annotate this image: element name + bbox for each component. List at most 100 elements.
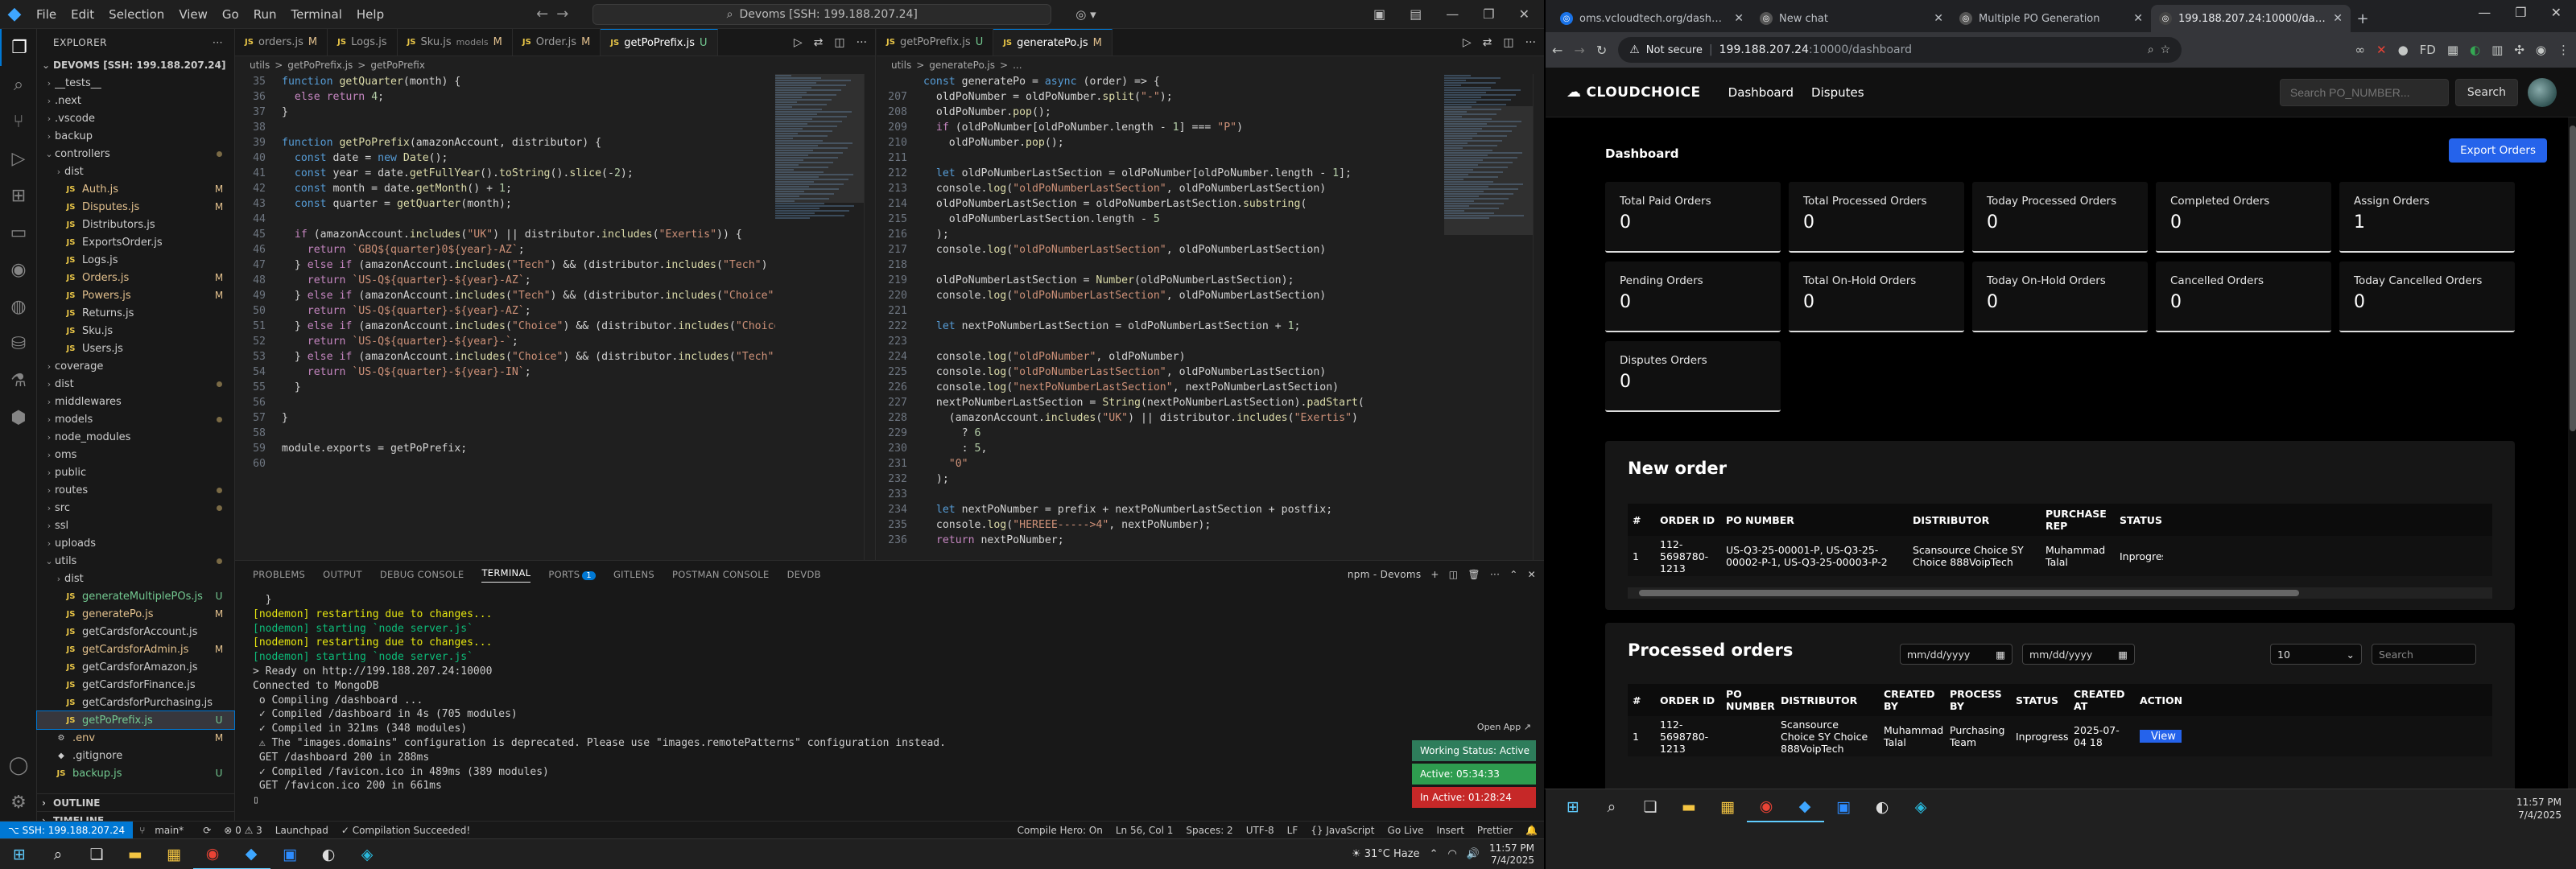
editor-tab[interactable]: JS orders.js M	[235, 29, 328, 56]
more-actions-icon[interactable]: ···	[857, 36, 867, 49]
folder-item[interactable]: › src	[37, 499, 234, 517]
compare-icon[interactable]: ⇄	[1483, 36, 1492, 49]
nav-dashboard-link[interactable]: Dashboard	[1728, 85, 1794, 100]
file-item[interactable]: JS Sku.js	[37, 322, 234, 340]
forward-icon[interactable]: →	[1574, 43, 1584, 58]
file-item[interactable]: ⚙ .env M	[37, 729, 234, 747]
breadcrumb-item[interactable]: utils	[250, 60, 270, 71]
search-button[interactable]: Search	[2454, 78, 2518, 106]
editor-tab[interactable]: JS Order.js M	[513, 29, 601, 56]
folder-item[interactable]: › routes	[37, 481, 234, 499]
search-icon[interactable]: ⌕	[1592, 792, 1631, 822]
bookmark-star-icon[interactable]: ☆	[2161, 43, 2171, 56]
file-item[interactable]: JS getCardsforFinance.js	[37, 676, 234, 694]
command-center-search[interactable]: ⌕ Devoms [SSH: 199.188.207.24]	[592, 3, 1052, 25]
restore-icon[interactable]: ❐	[2515, 5, 2526, 20]
file-item[interactable]: JS Distributors.js	[37, 216, 234, 233]
zoom-icon[interactable]: ▣	[1824, 792, 1863, 822]
folder-item[interactable]: › .vscode	[37, 109, 234, 127]
folder-item[interactable]: › .next	[37, 92, 234, 109]
minimize-icon[interactable]: —	[2478, 5, 2491, 20]
more-actions-icon[interactable]: ···	[213, 37, 223, 48]
avatar[interactable]	[2528, 77, 2557, 107]
launchpad-item[interactable]: Launchpad	[275, 825, 328, 836]
nav-disputes-link[interactable]: Disputes	[1811, 85, 1864, 100]
table-row[interactable]: 1 112-5698780-1213 US-Q3-25-00001-P, US-Q3…	[1628, 536, 2492, 576]
file-item[interactable]: JS getCardsforAmazon.js	[37, 658, 234, 676]
close-icon[interactable]: ✕	[1519, 6, 1530, 22]
page-scrollbar[interactable]	[2568, 117, 2576, 789]
folder-item[interactable]: › dist	[37, 375, 234, 393]
table-search-input[interactable]: Search	[2372, 644, 2476, 665]
volume-icon[interactable]: 🔊	[1467, 848, 1480, 860]
file-item[interactable]: JS getCardsforAccount.js	[37, 623, 234, 640]
split-editor-icon[interactable]: ◫	[834, 36, 844, 49]
windows-start-icon[interactable]: ⊞	[0, 839, 39, 869]
branch-indicator[interactable]: ⑂ main*	[139, 825, 190, 836]
folder-item[interactable]: ⌄ controllers	[37, 145, 234, 163]
menu-item-selection[interactable]: Selection	[109, 7, 164, 22]
page-size-select[interactable]: 10 ⌄	[2270, 644, 2362, 665]
end-date-input[interactable]: mm/dd/yyyy ▦	[2022, 644, 2135, 665]
remote-indicator[interactable]: ⌥ SSH: 199.188.207.24	[0, 822, 134, 838]
docker-icon[interactable]: ⬢	[0, 399, 37, 436]
eol[interactable]: LF	[1287, 825, 1298, 836]
breadcrumb-item[interactable]: getPoPrefix.js	[287, 60, 353, 71]
open-app-link[interactable]: Open App ↗	[1412, 722, 1536, 738]
folder-item[interactable]: › dist	[37, 570, 234, 587]
menu-item-edit[interactable]: Edit	[71, 7, 94, 22]
folder-item[interactable]: ⌄ utils	[37, 552, 234, 570]
editor-scrollbar[interactable]	[864, 74, 875, 560]
vscode-icon[interactable]: ◆	[1785, 792, 1824, 822]
account-icon[interactable]: ◯	[0, 747, 37, 784]
browser-tab[interactable]: ◎199.188.207.24:10000/dashboa✕	[2151, 5, 2351, 32]
close-panel-icon[interactable]: ✕	[1528, 569, 1536, 580]
panel-tab-debug-console[interactable]: DEBUG CONSOLE	[380, 569, 464, 580]
file-item[interactable]: ◆ .gitignore	[37, 747, 234, 764]
settings-gear-icon[interactable]: ⚙	[0, 784, 37, 821]
file-item[interactable]: JS generateMultiplePOs.js U	[37, 587, 234, 605]
close-tab-icon[interactable]: ✕	[1734, 12, 1744, 25]
kill-terminal-icon[interactable]: 🗑	[1468, 569, 1480, 580]
reload-icon[interactable]: ↻	[1596, 43, 1607, 58]
close-tab-icon[interactable]: ✕	[2133, 12, 2143, 25]
panel-toggle-icon[interactable]: ▤	[1410, 6, 1422, 22]
database-icon[interactable]: ⛁	[0, 325, 37, 362]
file-item[interactable]: JS Auth.js M	[37, 180, 234, 198]
folder-item[interactable]: › oms	[37, 446, 234, 463]
breadcrumb-item[interactable]: ...	[1013, 60, 1022, 71]
search-icon[interactable]: ⌕	[0, 66, 37, 103]
menu-item-file[interactable]: File	[36, 7, 56, 22]
testing-icon[interactable]: ⚗	[0, 362, 37, 399]
start-date-input[interactable]: mm/dd/yyyy ▦	[1900, 644, 2013, 665]
source-control-icon[interactable]: ⑂	[0, 103, 37, 140]
store-icon[interactable]: ▦	[155, 839, 193, 869]
file-item[interactable]: JS Powers.js M	[37, 286, 234, 304]
breadcrumb-item[interactable]: getPoPrefix	[370, 60, 425, 71]
folder-item[interactable]: › coverage	[37, 357, 234, 375]
folder-item[interactable]: › node_modules	[37, 428, 234, 446]
postman-icon[interactable]: ◍	[0, 288, 37, 325]
terminal-output[interactable]: } [nodemon] restarting due to changes...[…	[253, 593, 1380, 808]
app-icon[interactable]: ◐	[309, 839, 348, 869]
file-item[interactable]: JS Returns.js	[37, 304, 234, 322]
editor-tab[interactable]: JS getPoPrefix.js U	[601, 29, 718, 56]
minimize-icon[interactable]: —	[1446, 6, 1459, 22]
menu-item-go[interactable]: Go	[222, 7, 239, 22]
windows-start-icon[interactable]: ⊞	[1554, 792, 1592, 822]
layout-icon[interactable]: ▣	[1373, 6, 1385, 22]
profile-avatar-icon[interactable]: ◉	[2536, 43, 2546, 57]
po-search-input[interactable]	[2279, 78, 2449, 106]
file-item[interactable]: JS getCardsforPurchasing.js	[37, 694, 234, 711]
menu-item-help[interactable]: Help	[357, 7, 384, 22]
export-orders-button[interactable]: Export Orders	[2449, 138, 2547, 163]
folder-item[interactable]: › ssl	[37, 517, 234, 534]
menu-item-run[interactable]: Run	[254, 7, 277, 22]
file-item[interactable]: JS getCardsforAdmin.js M	[37, 640, 234, 658]
panel-tab-output[interactable]: OUTPUT	[323, 569, 362, 580]
minimap[interactable]	[775, 74, 864, 560]
table-horizontal-scrollbar[interactable]	[1628, 587, 2492, 599]
extension-icon[interactable]: ◐	[2470, 43, 2480, 57]
run-debug-icon[interactable]: ▷	[0, 140, 37, 177]
address-bar[interactable]: ⚠ Not secure | 199.188.207.24:10000/dash…	[1618, 37, 2182, 63]
